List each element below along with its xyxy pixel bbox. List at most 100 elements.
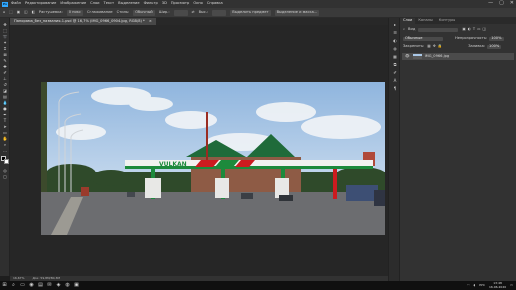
close-tab-icon[interactable]: × <box>149 19 152 24</box>
dodge-tool-icon[interactable]: ● <box>2 106 8 111</box>
style-select[interactable]: Обычный <box>133 9 155 16</box>
subtract-selection-icon[interactable]: ◧ <box>32 10 35 15</box>
brush-tool-icon[interactable]: ✐ <box>2 70 8 75</box>
layer-name[interactable]: IMG_0966.jpg <box>425 54 450 59</box>
photoshop-taskbar-icon[interactable]: ▣ <box>72 281 81 290</box>
history-icon[interactable]: ▸ <box>392 22 398 27</box>
select-subject-button[interactable]: Выделить предмет <box>230 9 271 16</box>
filter-pixel-icon[interactable]: ▣ <box>462 27 465 32</box>
kind-select[interactable] <box>418 27 459 32</box>
menu-layers[interactable]: Слои <box>90 2 99 6</box>
lasso-tool-icon[interactable]: ➰ <box>2 34 8 39</box>
select-mask-button[interactable]: Выделение и маска... <box>274 9 320 16</box>
antialias-checkbox[interactable]: Сглаживание <box>87 10 113 15</box>
hand-tool-icon[interactable]: ✋ <box>2 136 8 141</box>
language-indicator[interactable]: РУС <box>479 284 485 287</box>
filter-smart-icon[interactable]: ◫ <box>482 27 485 32</box>
browser-icon[interactable]: ◉ <box>27 281 36 290</box>
feather-field[interactable]: 0 пикс <box>66 9 83 16</box>
history-brush-icon[interactable]: ↺ <box>2 82 8 87</box>
menu-window[interactable]: Окно <box>193 2 203 6</box>
more-tools-icon[interactable]: … <box>2 148 8 153</box>
store-icon[interactable]: ◈ <box>54 281 63 290</box>
blur-tool-icon[interactable]: 💧 <box>2 100 8 105</box>
eraser-tool-icon[interactable]: ◪ <box>2 88 8 93</box>
magic-wand-icon[interactable]: ✦ <box>2 40 8 45</box>
filter-shape-icon[interactable]: ▭ <box>477 27 480 32</box>
system-tray: ◠ ◖ РУС 13:48 16.06.2020 ▭ <box>467 281 513 290</box>
color-icon[interactable]: ◍ <box>392 46 398 51</box>
document-size[interactable]: Док: 59,8M/80,3M <box>32 277 60 280</box>
properties-icon[interactable]: ☰ <box>392 30 398 35</box>
wifi-icon[interactable]: ◠ <box>467 284 470 287</box>
close-button[interactable]: ✕ <box>510 1 514 6</box>
adjustments-icon[interactable]: ◐ <box>392 38 398 43</box>
move-tool-icon[interactable]: ✥ <box>2 22 8 27</box>
zoom-tool-icon[interactable]: ⌕ <box>2 142 8 147</box>
marquee-tool-icon[interactable]: ⬚ <box>9 10 12 15</box>
feather-label: Растушевка: <box>38 9 63 14</box>
mail-icon[interactable]: ✉ <box>45 281 54 290</box>
swatches-icon[interactable]: ▦ <box>392 54 398 59</box>
gradient-tool-icon[interactable]: ▤ <box>2 94 8 99</box>
minimize-button[interactable]: — <box>488 1 493 6</box>
lock-position-icon[interactable]: ✥ <box>433 44 436 49</box>
pen-tool-icon[interactable]: ✒ <box>2 112 8 117</box>
layer-row[interactable]: 👁 IMG_0966.jpg <box>402 53 514 60</box>
menu-view[interactable]: Просмотр <box>171 2 189 6</box>
search-icon[interactable]: ⌕ <box>9 281 18 290</box>
notifications-icon[interactable]: ▭ <box>510 284 513 287</box>
swap-icon[interactable]: ⇄ <box>192 10 195 15</box>
marquee-tool-icon[interactable]: ⬚ <box>2 28 8 33</box>
explorer-icon[interactable]: ▤ <box>36 281 45 290</box>
document-tab[interactable]: Панорама_без_названия-1.psd @ 16,7% (IMG… <box>10 18 156 25</box>
tab-layers[interactable]: Слои <box>400 18 416 24</box>
menu-select[interactable]: Выделение <box>118 2 139 6</box>
zoom-level[interactable]: 16,67% <box>13 277 24 280</box>
filter-type-icon[interactable]: T <box>473 27 475 32</box>
windows-icon[interactable]: ⊞ <box>0 281 9 290</box>
menu-help[interactable]: Справка <box>207 2 223 6</box>
volume-icon[interactable]: ◖ <box>474 284 476 287</box>
home-icon[interactable]: ⌂ <box>3 10 5 15</box>
filter-adjust-icon[interactable]: ◐ <box>468 27 471 32</box>
menu-image[interactable]: Изображение <box>60 2 86 6</box>
type-tool-icon[interactable]: T <box>2 118 8 123</box>
menu-3d[interactable]: 3D <box>162 2 167 6</box>
opacity-field[interactable]: 100% <box>489 36 504 41</box>
menu-filter[interactable]: Фильтр <box>144 2 158 6</box>
shape-tool-icon[interactable]: ▭ <box>2 130 8 135</box>
tab-channels[interactable]: Каналы <box>415 18 435 24</box>
clock[interactable]: 13:48 16.06.2020 <box>489 282 506 289</box>
quick-mask-icon[interactable]: ◎ <box>2 168 8 173</box>
frame-tool-icon[interactable]: ⊠ <box>2 52 8 57</box>
stamp-tool-icon[interactable]: ⊥ <box>2 76 8 81</box>
brush-settings-icon[interactable]: ✐ <box>392 70 398 75</box>
path-select-icon[interactable]: ➤ <box>2 124 8 129</box>
crop-tool-icon[interactable]: ⌗ <box>2 46 8 51</box>
menu-edit[interactable]: Редактирование <box>25 2 56 6</box>
background-color-swatch[interactable] <box>4 159 9 164</box>
menu-type[interactable]: Текст <box>104 2 115 6</box>
blend-mode-select[interactable]: Обычные <box>403 36 443 41</box>
menu-file[interactable]: Файл <box>11 2 21 6</box>
add-selection-icon[interactable]: ◫ <box>24 10 27 15</box>
fill-field[interactable]: 100% <box>487 44 502 49</box>
character-icon[interactable]: A <box>392 78 398 83</box>
tab-paths[interactable]: Контуры <box>436 18 458 24</box>
document-canvas[interactable]: VULKAN <box>41 82 385 235</box>
lock-all-icon[interactable]: 🔒 <box>438 44 442 49</box>
healing-brush-icon[interactable]: ✚ <box>2 64 8 69</box>
chrome-icon[interactable]: ◍ <box>63 281 72 290</box>
screen-mode-icon[interactable]: ▢ <box>2 174 8 179</box>
paragraph-icon[interactable]: ¶ <box>392 86 398 91</box>
lock-pixels-icon[interactable]: ▦ <box>427 44 430 49</box>
width-field[interactable] <box>173 9 188 16</box>
height-field[interactable] <box>212 9 227 16</box>
libraries-icon[interactable]: ⧉ <box>392 62 398 67</box>
visibility-eye-icon[interactable]: 👁 <box>405 54 410 59</box>
new-selection-icon[interactable]: ▣ <box>17 10 20 15</box>
task-view-icon[interactable]: ▭ <box>18 281 27 290</box>
eyedropper-icon[interactable]: ✎ <box>2 58 8 63</box>
maximize-button[interactable]: ▢ <box>499 1 504 6</box>
